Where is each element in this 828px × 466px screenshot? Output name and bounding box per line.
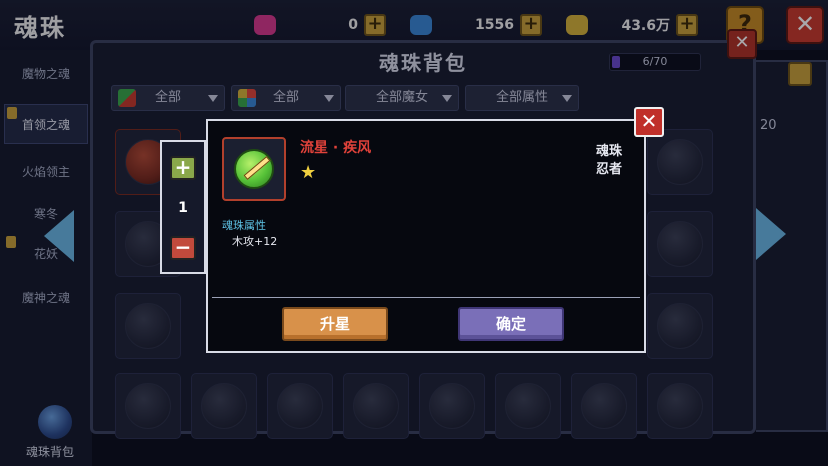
item-icon-frame (222, 137, 286, 201)
confirm-button[interactable]: 确定 (458, 307, 564, 341)
quantity-stepper: + 1 − (160, 140, 206, 274)
quantity-value: 1 (178, 200, 188, 216)
star-icon: ★ (300, 162, 317, 183)
upgrade-star-button[interactable]: 升星 (282, 307, 388, 341)
attribute-title: 魂珠属性 (222, 219, 266, 232)
item-type-line: 魂珠 (596, 144, 623, 159)
increase-button[interactable]: + (170, 156, 196, 180)
item-type: 魂珠 忍者 (596, 143, 622, 179)
attribute-value: 木攻+12 (232, 235, 278, 248)
item-detail-dialog: ✕ 流星 · 疾风 ★ 魂珠 忍者 魂珠属性 木攻+12 升星 确定 (206, 107, 664, 353)
close-dialog-button[interactable]: ✕ (634, 107, 664, 137)
item-name: 流星 · 疾风 (300, 140, 372, 156)
item-type-line: 忍者 (596, 162, 623, 177)
divider (212, 297, 640, 298)
decrease-button[interactable]: − (170, 236, 196, 260)
